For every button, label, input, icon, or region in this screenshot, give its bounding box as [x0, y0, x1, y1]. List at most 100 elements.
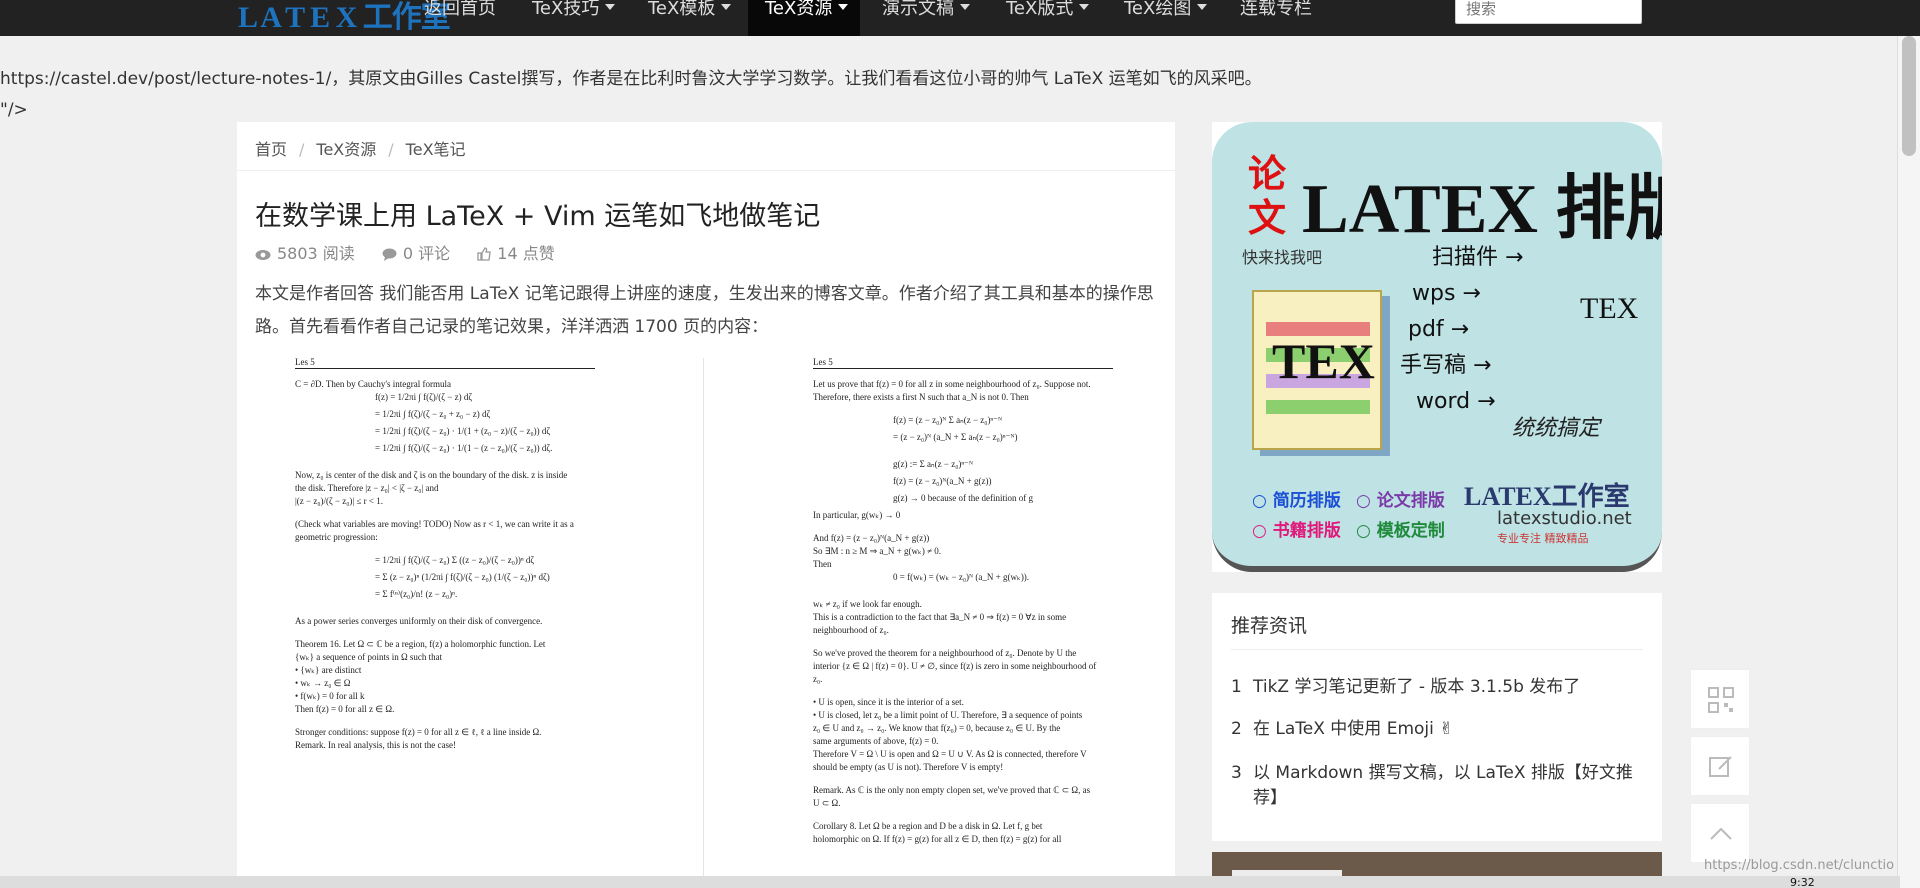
ad-paper-illustration: TEX [1252, 290, 1382, 450]
breadcrumb-tex-notes[interactable]: TeX笔记 [406, 140, 466, 159]
edit-icon [1709, 756, 1732, 777]
divider [237, 170, 1175, 171]
notes-page-header: Les 5 [813, 356, 1113, 369]
thumbs-up-icon [477, 247, 492, 261]
likes-count[interactable]: 14 点赞 [477, 244, 555, 263]
chevron-down-icon [960, 4, 970, 10]
nav-tex-resources[interactable]: TeX资源 [748, 0, 860, 36]
nav-tex-drawing[interactable]: TeX绘图 [1124, 0, 1208, 36]
chevron-down-icon [721, 4, 732, 10]
list-item-link[interactable]: 以 Markdown 撰写文稿，以 LaTeX 排版【好文推荐】 [1253, 761, 1649, 811]
notes-line: same arguments of above, f(z) = 0. [813, 736, 939, 746]
ad-service-item: ○ 论文排版 [1356, 491, 1445, 511]
notes-line: g(z) → 0 because of the definition of g [893, 493, 1033, 503]
search-input[interactable] [1455, 0, 1642, 24]
ad-arrow-item: 手写稿 → [1400, 353, 1492, 378]
divider [1231, 649, 1643, 650]
ad-arrow-item: word → [1416, 389, 1496, 414]
taskbar-clock: 9:32 [1790, 876, 1815, 888]
notes-line: Therefore, there exists a first N such t… [813, 392, 1029, 402]
ad-arrow-item: 扫描件 → [1432, 245, 1524, 270]
intro-text: https://castel.dev/post/lecture-notes-1/… [0, 69, 1262, 89]
ad-latex-logo: LATEX 排版 [1302, 171, 1662, 248]
ad-url: latexstudio.net [1497, 508, 1632, 529]
ad-card: 论文 LATEX 排版 快来找我吧 TEX 扫描件 → wps → pdf → … [1212, 122, 1662, 572]
chevron-down-icon [605, 4, 616, 10]
nav-presentations[interactable]: 演示文稿 [882, 0, 970, 36]
scrollbar-thumb[interactable] [1902, 36, 1916, 156]
notes-line: This is a contradiction to the fact that… [813, 612, 1067, 622]
ad-subtitle: 快来找我吧 [1242, 248, 1323, 267]
article-title: 在数学课上用 LaTeX + Vim 运笔如飞地做笔记 [255, 201, 821, 232]
notes-line: holomorphic on Ω. If f(z) = g(z) for all… [813, 834, 1062, 844]
eye-icon [255, 250, 271, 260]
notes-line: the disk. Therefore |z − z₀| < |ζ − z₀| … [295, 483, 439, 493]
nav-tex-tips[interactable]: TeX技巧 [532, 0, 616, 36]
back-to-top-icon [1710, 827, 1732, 840]
notes-line: = Σ (z − z₀)ⁿ (1/2πi ∫ f(ζ)/(ζ − z₀) (1/… [375, 572, 550, 582]
notes-line: Then f(z) = 0 for all z ∈ Ω. [295, 704, 395, 714]
ad-service-item: ○ 简历排版 [1252, 491, 1341, 511]
ad-service-item: ○ 模板定制 [1356, 521, 1445, 541]
notes-line: Remark. As ℂ is the only non empty clope… [813, 785, 1091, 795]
list-item-link[interactable]: 在 LaTeX 中使用 Emoji ✌ [1253, 717, 1649, 742]
notes-line: g(z) := Σ aₙ(z − z₀)ⁿ⁻ᴺ [893, 459, 974, 469]
article-meta: 5803 阅读 0 评论 14 点赞 [255, 240, 577, 264]
notes-line: z₀. [813, 674, 823, 684]
comments-count[interactable]: 0 评论 [382, 244, 450, 263]
edit-button[interactable] [1690, 736, 1750, 796]
notes-line: Remark. In real analysis, this is not th… [295, 740, 456, 750]
qrcode-button[interactable] [1690, 669, 1750, 729]
breadcrumb: 首页 / TeX资源 / TeX笔记 [255, 140, 466, 159]
nav-tex-layouts[interactable]: TeX版式 [1006, 0, 1090, 36]
stray-markup-text: "/> [0, 100, 28, 120]
ad-tagline: 专业专注 精致精品 [1497, 532, 1589, 545]
notes-line: = (z − z₀)ᴺ (a_N + Σ aₙ(z − z₀)ⁿ⁻ᴺ) [893, 432, 1018, 442]
notes-line: = 1/2πi ∫ f(ζ)/(ζ − z₀) · 1/(1 + (z₀ − z… [375, 426, 551, 436]
notes-line: |(z − z₀)/(ζ − z₀)| ≤ r < 1. [295, 496, 383, 506]
notes-line: = 1/2πi ∫ f(ζ)/(ζ − z₀ + z₀ − z) dζ [375, 409, 491, 419]
list-item-link[interactable]: TikZ 学习笔记更新了 - 版本 3.1.5b 发布了 [1253, 675, 1649, 700]
latexstudio-ad-banner[interactable]: 论文 LATEX 排版 快来找我吧 TEX 扫描件 → wps → pdf → … [1212, 122, 1662, 572]
ad-arrow-item: wps → [1412, 281, 1481, 306]
notes-line: As a power series converges uniformly on… [295, 616, 543, 626]
notes-line: interior {z ∈ Ω | f(z) = 0}. U ≠ ∅, sinc… [813, 661, 1097, 671]
notes-line: geometric progression: [295, 532, 378, 542]
ad-service-item: ○ 书籍排版 [1252, 521, 1341, 541]
chevron-down-icon [1197, 4, 1208, 10]
breadcrumb-tex-resources[interactable]: TeX资源 [316, 140, 376, 159]
notes-line: = 1/2πi ∫ f(ζ)/(ζ − z₀) Σ ((z − z₀)/(ζ −… [375, 555, 535, 565]
site-logo[interactable]: L A T E X 工作室 [238, 0, 451, 36]
breadcrumb-home[interactable]: 首页 [255, 140, 287, 159]
notes-line: {wₖ} a sequence of points in Ω such that [295, 652, 443, 662]
ad-tex-output: TEX [1580, 292, 1639, 325]
back-to-top-button[interactable] [1690, 803, 1750, 863]
notes-line: Stronger conditions: suppose f(z) = 0 fo… [295, 727, 542, 737]
notes-line: • wₖ → z₀ ∈ Ω [295, 678, 351, 688]
notes-line: f(z) = 1/2πi ∫ f(ζ)/(ζ − z) dζ [375, 392, 473, 402]
nav-serial-column[interactable]: 连载专栏 [1240, 0, 1312, 36]
qrcode-icon [1708, 687, 1734, 713]
ad-slogan: 统统搞定 [1512, 416, 1601, 441]
notes-line: Theorem 16. Let Ω ⊂ ℂ be a region, f(z) … [295, 639, 546, 649]
ad-format-arrows: 扫描件 → wps → pdf → 手写稿 → word → [1400, 240, 1524, 420]
ad-lunwen-label: 论文 [1248, 152, 1287, 240]
csdn-watermark: https://blog.csdn.net/clunctio [1704, 858, 1895, 873]
notes-line: C = ∂D. Then by Cauchy's integral formul… [295, 379, 451, 389]
page-scrollbar[interactable] [1897, 36, 1920, 888]
nav-tex-templates[interactable]: TeX模板 [648, 0, 732, 36]
list-item-number: 3 [1231, 763, 1242, 783]
notes-line: z₀ ∈ U and z₀ → z₀. We know that f(z₀) =… [813, 723, 1061, 733]
notes-line: • f(wₖ) = 0 for all k [295, 691, 365, 701]
notes-line: • U is open, since it is the interior of… [813, 697, 964, 707]
notes-line: (Check what variables are moving! TODO) … [295, 519, 574, 529]
article-card: 首页 / TeX资源 / TeX笔记 在数学课上用 LaTeX + Vim 运笔如飞地做… [237, 122, 1175, 888]
notes-line: f(z) = (z − z₀)ᴺ Σ aₙ(z − z₀)ⁿ⁻ᴺ [893, 415, 1003, 425]
notes-line: So ∃M : n ≥ M ⇒ a_N + g(wₖ) ≠ 0. [813, 546, 942, 556]
divider [703, 358, 704, 888]
nav-home[interactable]: 返回首页 [424, 0, 496, 36]
ad-paper-stripe [1266, 400, 1370, 414]
chevron-down-icon [838, 4, 849, 10]
views-count: 5803 阅读 [255, 244, 355, 263]
notes-line: neighbourhood of z₀. [813, 625, 889, 635]
